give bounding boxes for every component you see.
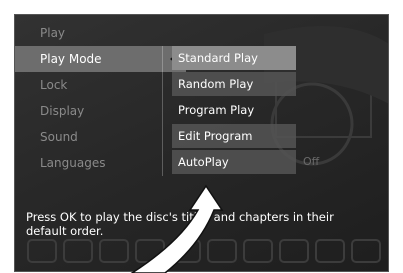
- autoplay-value: Off: [303, 155, 320, 168]
- play-mode-submenu: Standard Play Random Play Program Play E…: [172, 46, 296, 176]
- submenu-item-label: AutoPlay: [178, 155, 229, 169]
- menu-item-play-mode[interactable]: Play Mode: [14, 46, 186, 72]
- menu-item-label: Play Mode: [40, 52, 102, 66]
- submenu-item-label: Edit Program: [178, 129, 253, 143]
- menu-divider: [162, 46, 163, 176]
- submenu-item-random-play[interactable]: Random Play: [172, 72, 296, 96]
- menu-item-label: Languages: [40, 156, 106, 170]
- submenu-item-label: Standard Play: [178, 51, 258, 65]
- help-text: Press OK to play the disc's titles and c…: [26, 210, 334, 238]
- submenu-item-autoplay[interactable]: AutoPlay: [172, 150, 296, 174]
- menu-item-label: Sound: [40, 130, 78, 144]
- submenu-item-program-play[interactable]: Program Play: [172, 98, 296, 122]
- menu-item-play[interactable]: Play: [14, 20, 186, 46]
- submenu-item-standard-play[interactable]: Standard Play: [172, 46, 296, 70]
- menu-item-lock[interactable]: Lock: [14, 72, 186, 98]
- submenu-item-label: Program Play: [178, 103, 255, 117]
- menu-item-label: Display: [40, 104, 85, 118]
- menu-item-sound[interactable]: Sound: [14, 124, 186, 150]
- menu-item-label: Lock: [40, 78, 68, 92]
- menu-item-languages[interactable]: Languages: [14, 150, 186, 176]
- submenu-item-edit-program[interactable]: Edit Program: [172, 124, 296, 148]
- menu-item-display[interactable]: Display: [14, 98, 186, 124]
- tv-screen: Play Play Mode Lock Display Sound Langua…: [14, 14, 389, 272]
- bg-tile-strip: [27, 239, 381, 263]
- submenu-item-label: Random Play: [178, 77, 254, 91]
- menu-item-label: Play: [40, 26, 66, 40]
- main-menu: Play Play Mode Lock Display Sound Langua…: [14, 20, 186, 176]
